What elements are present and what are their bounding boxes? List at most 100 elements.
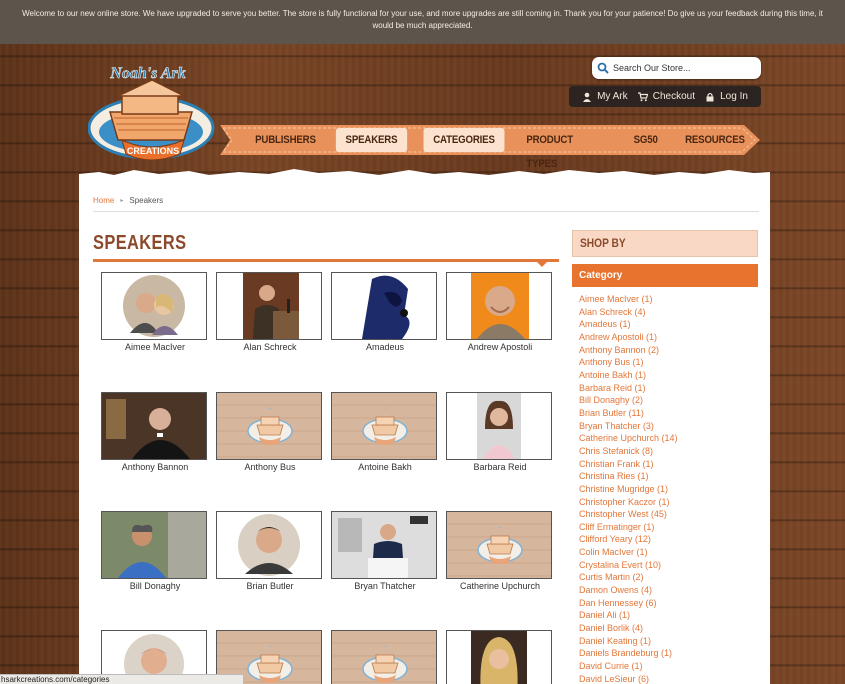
speaker-name[interactable]: Barbara Reid [446,462,554,472]
my-ark-link[interactable]: My Ark [582,91,628,102]
nav-resources[interactable]: RESOURCES [676,128,755,152]
speaker-card[interactable]: Alan Schreck [216,272,324,352]
shop-by-label: SHOP BY [580,236,626,250]
category-link[interactable]: Amadeus (1) [579,318,758,331]
login-link[interactable]: Log In [705,91,748,102]
speaker-card[interactable]: ~ Antoine Bakh [331,392,439,472]
nav-categories[interactable]: CATEGORIES [423,128,505,152]
speaker-name[interactable]: Bryan Thatcher [331,581,439,591]
speaker-photo[interactable] [216,272,322,340]
speaker-photo[interactable] [101,511,207,579]
speaker-card[interactable]: Amadeus [331,272,439,352]
speaker-card[interactable]: Bill Donaghy [101,511,209,591]
speaker-card[interactable]: Barbara Reid [446,392,554,472]
speaker-name[interactable]: Anthony Bus [216,462,324,472]
speaker-name[interactable]: Antoine Bakh [331,462,439,472]
category-link[interactable]: Daniel Ali (1) [579,609,758,622]
category-link[interactable]: Bryan Thatcher (3) [579,420,758,433]
speaker-card[interactable]: ~ Anthony Bus [216,392,324,472]
speaker-name[interactable]: Andrew Apostoli [446,342,554,352]
category-link[interactable]: David LeSieur (6) [579,673,758,684]
speaker-photo[interactable] [101,392,207,460]
category-link[interactable]: Bill Donaghy (2) [579,394,758,407]
category-link[interactable]: Brian Butler (11) [579,407,758,420]
welcome-notice: Welcome to our new online store. We have… [0,0,845,44]
speaker-photo[interactable] [331,272,437,340]
nav-speakers[interactable]: SPEAKERS [335,128,407,152]
category-link[interactable]: Crystalina Evert (10) [579,559,758,572]
category-link[interactable]: Daniel Borlik (4) [579,622,758,635]
category-link[interactable]: Clifford Yeary (12) [579,533,758,546]
content-panel: Home ▸ Speakers SPEAKERS Aimee MacIver Al… [79,180,770,684]
speaker-card[interactable]: Anthony Bannon [101,392,209,472]
speaker-card[interactable]: Brian Butler [216,511,324,591]
category-link[interactable]: Dan Hennessey (6) [579,597,758,610]
speaker-name[interactable]: Aimee MacIver [101,342,209,352]
nav-publishers[interactable]: PUBLISHERS [245,128,325,152]
nav-product-types[interactable]: PRODUCT TYPES [516,128,614,170]
speaker-photo[interactable] [446,392,552,460]
speaker-photo[interactable]: ~ [331,392,437,460]
search-input[interactable] [613,63,753,73]
category-link[interactable]: Christian Frank (1) [579,458,758,471]
speaker-photo[interactable] [446,630,552,684]
speaker-name[interactable]: Amadeus [331,342,439,352]
category-link[interactable]: Christina Ries (1) [579,470,758,483]
user-icon [583,92,592,102]
breadcrumb-home[interactable]: Home [93,196,114,205]
speaker-name[interactable]: Alan Schreck [216,342,324,352]
category-link[interactable]: Alan Schreck (4) [579,306,758,319]
my-ark-label: My Ark [597,91,628,102]
category-link[interactable]: Barbara Reid (1) [579,382,758,395]
speaker-photo[interactable]: ~ [216,392,322,460]
sidebar: SHOP BY Category Aimee MacIver (1) Alan S… [572,230,758,684]
speaker-photo[interactable] [101,272,207,340]
speaker-name[interactable]: Anthony Bannon [101,462,209,472]
speaker-card[interactable]: ~ [331,630,439,684]
title-underline [93,259,559,262]
speaker-card[interactable]: Aimee MacIver [101,272,209,352]
category-link[interactable]: Chris Stefanick (8) [579,445,758,458]
search-icon[interactable] [597,62,609,74]
main-nav: PUBLISHERS SPEAKERS CATEGORIES PRODUCT T… [220,121,760,170]
category-link[interactable]: Christopher West (45) [579,508,758,521]
category-link[interactable]: Cliff Ermatinger (1) [579,521,758,534]
search-box[interactable] [592,57,761,79]
category-link[interactable]: Anthony Bannon (2) [579,344,758,357]
category-link[interactable]: Antoine Bakh (1) [579,369,758,382]
svg-text:~: ~ [383,643,387,651]
site-logo[interactable]: CREATIONS Noah's Ark [87,58,218,166]
speaker-card[interactable]: ~ Catherine Upchurch [446,511,554,591]
speaker-card[interactable]: Bryan Thatcher [331,511,439,591]
speaker-card[interactable]: Andrew Apostoli [446,272,554,352]
category-link[interactable]: Aimee MacIver (1) [579,293,758,306]
divider [93,211,759,212]
category-link[interactable]: Christine Mugridge (1) [579,483,758,496]
svg-text:~: ~ [268,643,272,651]
category-link[interactable]: Christopher Kaczor (1) [579,496,758,509]
checkout-link[interactable]: Checkout [637,91,695,102]
category-link[interactable]: Andrew Apostoli (1) [579,331,758,344]
speaker-photo[interactable]: ~ [446,511,552,579]
speaker-photo[interactable] [216,511,322,579]
speaker-name[interactable]: Brian Butler [216,581,324,591]
svg-text:~: ~ [498,524,502,532]
speaker-card[interactable] [446,630,554,684]
speaker-name[interactable]: Bill Donaghy [101,581,209,591]
cart-icon [637,91,648,101]
category-link[interactable]: Daniel Keating (1) [579,635,758,648]
speaker-photo[interactable]: ~ [331,630,437,684]
speaker-photo[interactable] [446,272,552,340]
placeholder-logo-icon: ~ [477,524,523,564]
speaker-photo[interactable] [331,511,437,579]
category-link[interactable]: David Currie (1) [579,660,758,673]
category-link[interactable]: Curtis Martin (2) [579,571,758,584]
nav-sg50[interactable]: SG50 [624,128,667,152]
category-link[interactable]: Catherine Upchurch (14) [579,432,758,445]
speaker-name[interactable]: Catherine Upchurch [446,581,554,591]
category-link[interactable]: Anthony Bus (1) [579,356,758,369]
category-link[interactable]: Damon Owens (4) [579,584,758,597]
category-link[interactable]: Colin MacIver (1) [579,546,758,559]
placeholder-logo-icon: ~ [362,643,408,683]
category-link[interactable]: Daniels Brandeburg (1) [579,647,758,660]
